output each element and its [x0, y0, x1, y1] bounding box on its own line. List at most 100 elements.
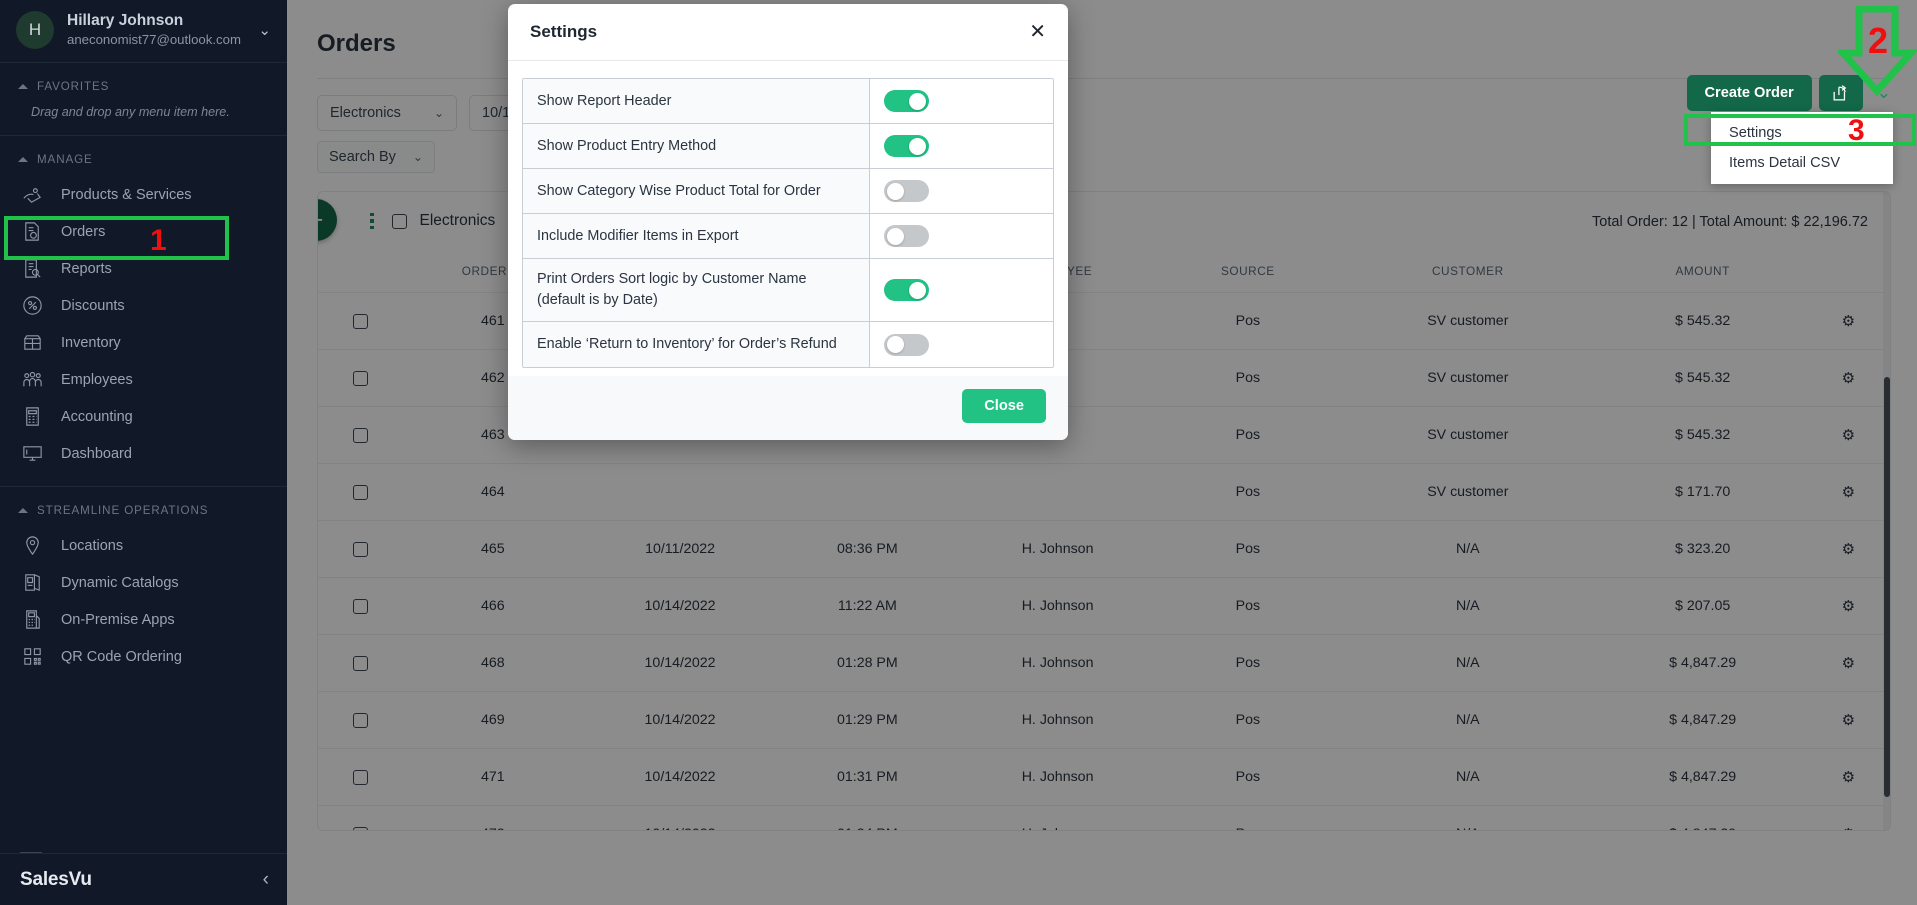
select-all-checkbox[interactable]: [392, 214, 407, 229]
row-action-icon[interactable]: ⚙: [1807, 350, 1890, 407]
table-scrollbar-thumb[interactable]: [1884, 377, 1890, 797]
row-action-icon[interactable]: ⚙: [1807, 578, 1890, 635]
row-action-icon[interactable]: ⚙: [1842, 541, 1855, 558]
row-checkbox[interactable]: [353, 428, 368, 443]
row-checkbox[interactable]: [353, 599, 368, 614]
row-checkbox[interactable]: [318, 350, 404, 407]
settings-modal: Settings ✕ Show Report HeaderShow Produc…: [508, 4, 1068, 440]
row-action-icon[interactable]: ⚙: [1807, 407, 1890, 464]
search-by-select[interactable]: Search By ⌄: [317, 141, 435, 173]
table-scrollbar-track[interactable]: [1883, 192, 1890, 831]
dropdown-item-settings[interactable]: Settings: [1711, 118, 1893, 148]
row-checkbox[interactable]: [318, 578, 404, 635]
row-checkbox[interactable]: [318, 749, 404, 806]
row-action-icon[interactable]: ⚙: [1807, 464, 1890, 521]
row-action-icon[interactable]: ⚙: [1842, 712, 1855, 729]
row-checkbox[interactable]: [353, 485, 368, 500]
row-action-icon[interactable]: ⚙: [1807, 293, 1890, 350]
table-row[interactable]: 47110/14/202201:31 PMH. JohnsonPosN/A$ 4…: [318, 749, 1890, 806]
row-checkbox[interactable]: [353, 713, 368, 728]
row-checkbox[interactable]: [318, 464, 404, 521]
row-action-icon[interactable]: ⚙: [1842, 370, 1855, 387]
sidebar-item-inventory[interactable]: Inventory: [0, 324, 287, 361]
row-checkbox[interactable]: [318, 407, 404, 464]
toggle-switch[interactable]: [884, 90, 929, 112]
sidebar-item-products-services[interactable]: Products & Services: [0, 176, 287, 213]
cell-employee: H. Johnson: [957, 749, 1159, 806]
row-checkbox[interactable]: [353, 314, 368, 329]
row-action-icon[interactable]: ⚙: [1842, 826, 1855, 831]
add-order-button[interactable]: +: [317, 199, 337, 241]
cell-customer: N/A: [1337, 749, 1599, 806]
table-row[interactable]: 46610/14/202211:22 AMH. JohnsonPosN/A$ 2…: [318, 578, 1890, 635]
close-icon[interactable]: ✕: [1029, 22, 1046, 42]
col-amount[interactable]: AMOUNT: [1599, 250, 1807, 293]
table-row[interactable]: 464PosSV customer$ 171.70⚙: [318, 464, 1890, 521]
create-order-button[interactable]: Create Order: [1687, 75, 1812, 111]
cell-source: Pos: [1159, 749, 1337, 806]
category-filter-select[interactable]: Electronics ⌄: [317, 95, 457, 131]
row-action-icon[interactable]: ⚙: [1807, 806, 1890, 832]
row-action-icon[interactable]: ⚙: [1807, 521, 1890, 578]
row-checkbox[interactable]: [318, 692, 404, 749]
row-action-icon[interactable]: ⚙: [1807, 635, 1890, 692]
sidebar-item-orders[interactable]: Orders: [0, 213, 287, 250]
sidebar-item-on-premise-apps[interactable]: On-Premise Apps: [0, 601, 287, 638]
row-action-icon[interactable]: ⚙: [1807, 749, 1890, 806]
favorites-hint: Drag and drop any menu item here.: [0, 103, 287, 135]
collapse-sidebar-button[interactable]: ‹: [263, 869, 269, 891]
discounts-icon: [20, 293, 45, 318]
table-row[interactable]: 46810/14/202201:28 PMH. JohnsonPosN/A$ 4…: [318, 635, 1890, 692]
cell-time: 11:22 AM: [778, 578, 956, 635]
row-action-icon[interactable]: ⚙: [1842, 313, 1855, 330]
row-checkbox[interactable]: [353, 371, 368, 386]
row-action-icon[interactable]: ⚙: [1842, 484, 1855, 501]
chevron-down-icon[interactable]: ⌄: [258, 21, 271, 39]
col-customer[interactable]: CUSTOMER: [1337, 250, 1599, 293]
dropdown-item-items-detail-csv[interactable]: Items Detail CSV: [1711, 148, 1893, 178]
row-checkbox[interactable]: [318, 635, 404, 692]
sidebar-item-discounts[interactable]: Discounts: [0, 287, 287, 324]
row-checkbox[interactable]: [353, 542, 368, 557]
row-action-icon[interactable]: ⚙: [1842, 598, 1855, 615]
toggle-switch[interactable]: [884, 279, 929, 301]
row-action-icon[interactable]: ⚙: [1842, 769, 1855, 786]
row-action-icon[interactable]: ⚙: [1807, 692, 1890, 749]
table-row[interactable]: 46510/11/202208:36 PMH. JohnsonPosN/A$ 3…: [318, 521, 1890, 578]
annotation-number-3: 3: [1848, 114, 1865, 148]
col-source[interactable]: SOURCE: [1159, 250, 1337, 293]
catalog-icon: [20, 570, 45, 595]
toggle-switch[interactable]: [884, 180, 929, 202]
sidebar-section-manage[interactable]: MANAGE: [0, 136, 287, 176]
sidebar-section-favorites[interactable]: FAVORITES: [0, 63, 287, 103]
row-options-icon[interactable]: [370, 213, 374, 230]
toggle-switch[interactable]: [884, 225, 929, 247]
row-checkbox[interactable]: [318, 293, 404, 350]
table-row[interactable]: 47210/14/202201:34 PMH. JohnsonPosN/A$ 4…: [318, 806, 1890, 832]
user-email: aneconomist77@outlook.com: [67, 31, 252, 48]
table-row[interactable]: 46910/14/202201:29 PMH. JohnsonPosN/A$ 4…: [318, 692, 1890, 749]
row-checkbox[interactable]: [353, 770, 368, 785]
close-button[interactable]: Close: [962, 389, 1046, 423]
sidebar-item-accounting[interactable]: Accounting: [0, 398, 287, 435]
sidebar-item-dashboard[interactable]: Dashboard: [0, 435, 287, 472]
user-profile[interactable]: H Hillary Johnson aneconomist77@outlook.…: [0, 0, 287, 62]
row-checkbox[interactable]: [353, 656, 368, 671]
row-action-icon[interactable]: ⚙: [1842, 655, 1855, 672]
row-checkbox[interactable]: [318, 806, 404, 832]
sidebar-item-employees[interactable]: Employees: [0, 361, 287, 398]
row-checkbox[interactable]: [318, 521, 404, 578]
sidebar-item-locations[interactable]: Locations: [0, 527, 287, 564]
sidebar-item-qr-code-ordering[interactable]: QR Code Ordering: [0, 638, 287, 675]
toggle-switch[interactable]: [884, 334, 929, 356]
sidebar-section-streamline-operations[interactable]: STREAMLINE OPERATIONS: [0, 487, 287, 527]
sidebar-item-reports[interactable]: Reports: [0, 250, 287, 287]
cell-amount: $ 4,847.29: [1599, 749, 1807, 806]
settings-option-row: Show Report Header: [523, 79, 1053, 124]
sidebar-item-dynamic-catalogs[interactable]: Dynamic Catalogs: [0, 564, 287, 601]
row-action-icon[interactable]: ⚙: [1842, 427, 1855, 444]
toggle-knob: [909, 282, 926, 299]
row-checkbox[interactable]: [353, 827, 368, 832]
qr-code-icon: [20, 644, 45, 669]
toggle-switch[interactable]: [884, 135, 929, 157]
